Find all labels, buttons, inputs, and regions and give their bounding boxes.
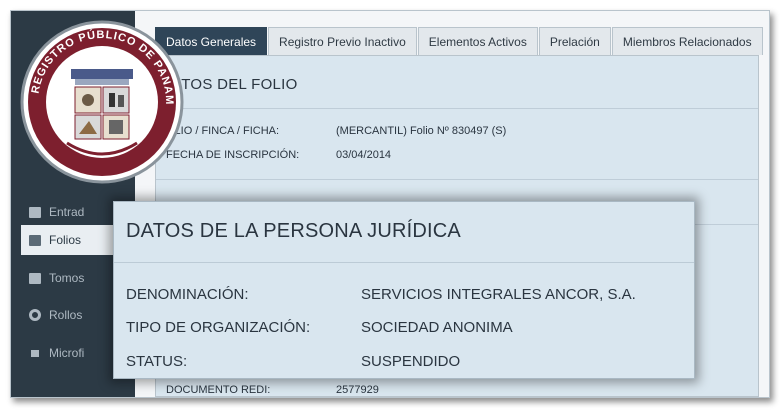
- app-window: Entrad Folios Tomos Rollos Microfi Datos…: [10, 10, 770, 398]
- documento-redi-value: 2577929: [336, 384, 379, 396]
- divider: [156, 179, 758, 180]
- registro-publico-seal: REGISTRO PÚBLICO DE PANAMÁ: [19, 19, 184, 184]
- denominacion-value: SERVICIOS INTEGRALES ANCOR, S.A.: [361, 286, 636, 303]
- sidebar-item-label: Tomos: [49, 271, 85, 285]
- sidebar-item-label: Folios: [49, 233, 82, 247]
- divider: [114, 262, 694, 263]
- film-icon: [29, 347, 41, 359]
- denominacion-label: DENOMINACIÓN:: [126, 286, 249, 303]
- book-icon: [29, 272, 41, 284]
- tipo-organizacion-label: TIPO DE ORGANIZACIÓN:: [126, 319, 311, 336]
- card-title: DATOS DE LA PERSONA JURÍDICA: [126, 220, 461, 242]
- status-value: SUSPENDIDO: [361, 353, 461, 370]
- documento-redi-label: DOCUMENTO REDI:: [166, 384, 271, 396]
- divider: [156, 108, 758, 109]
- tab-miembros-relacionados[interactable]: Miembros Relacionados: [611, 27, 763, 55]
- panel-title: ATOS DEL FOLIO: [172, 76, 298, 93]
- fecha-inscripcion-value: 03/04/2014: [336, 149, 392, 161]
- sidebar-item-label: Entrad: [49, 205, 85, 219]
- sidebar-item-label: Rollos: [49, 308, 83, 322]
- tab-elementos-activos[interactable]: Elementos Activos: [417, 27, 538, 55]
- tab-registro-previo-inactivo[interactable]: Registro Previo Inactivo: [268, 27, 417, 55]
- tipo-organizacion-value: SOCIEDAD ANONIMA: [361, 319, 513, 336]
- status-label: STATUS:: [126, 353, 188, 370]
- folio-value: (MERCANTIL) Folio Nº 830497 (S): [336, 125, 507, 137]
- sidebar-item-label: Microfi: [49, 346, 85, 360]
- folder-icon: [29, 206, 41, 218]
- tab-prelacion[interactable]: Prelación: [538, 27, 611, 55]
- tab-bar: Datos Generales Registro Previo Inactivo…: [155, 27, 764, 55]
- persona-juridica-card: DATOS DE LA PERSONA JURÍDICA DENOMINACIÓ…: [113, 201, 695, 379]
- fecha-inscripcion-label: FECHA DE INSCRIPCIÓN:: [166, 149, 300, 161]
- file-icon: [29, 234, 41, 246]
- life-ring-icon: [29, 309, 41, 321]
